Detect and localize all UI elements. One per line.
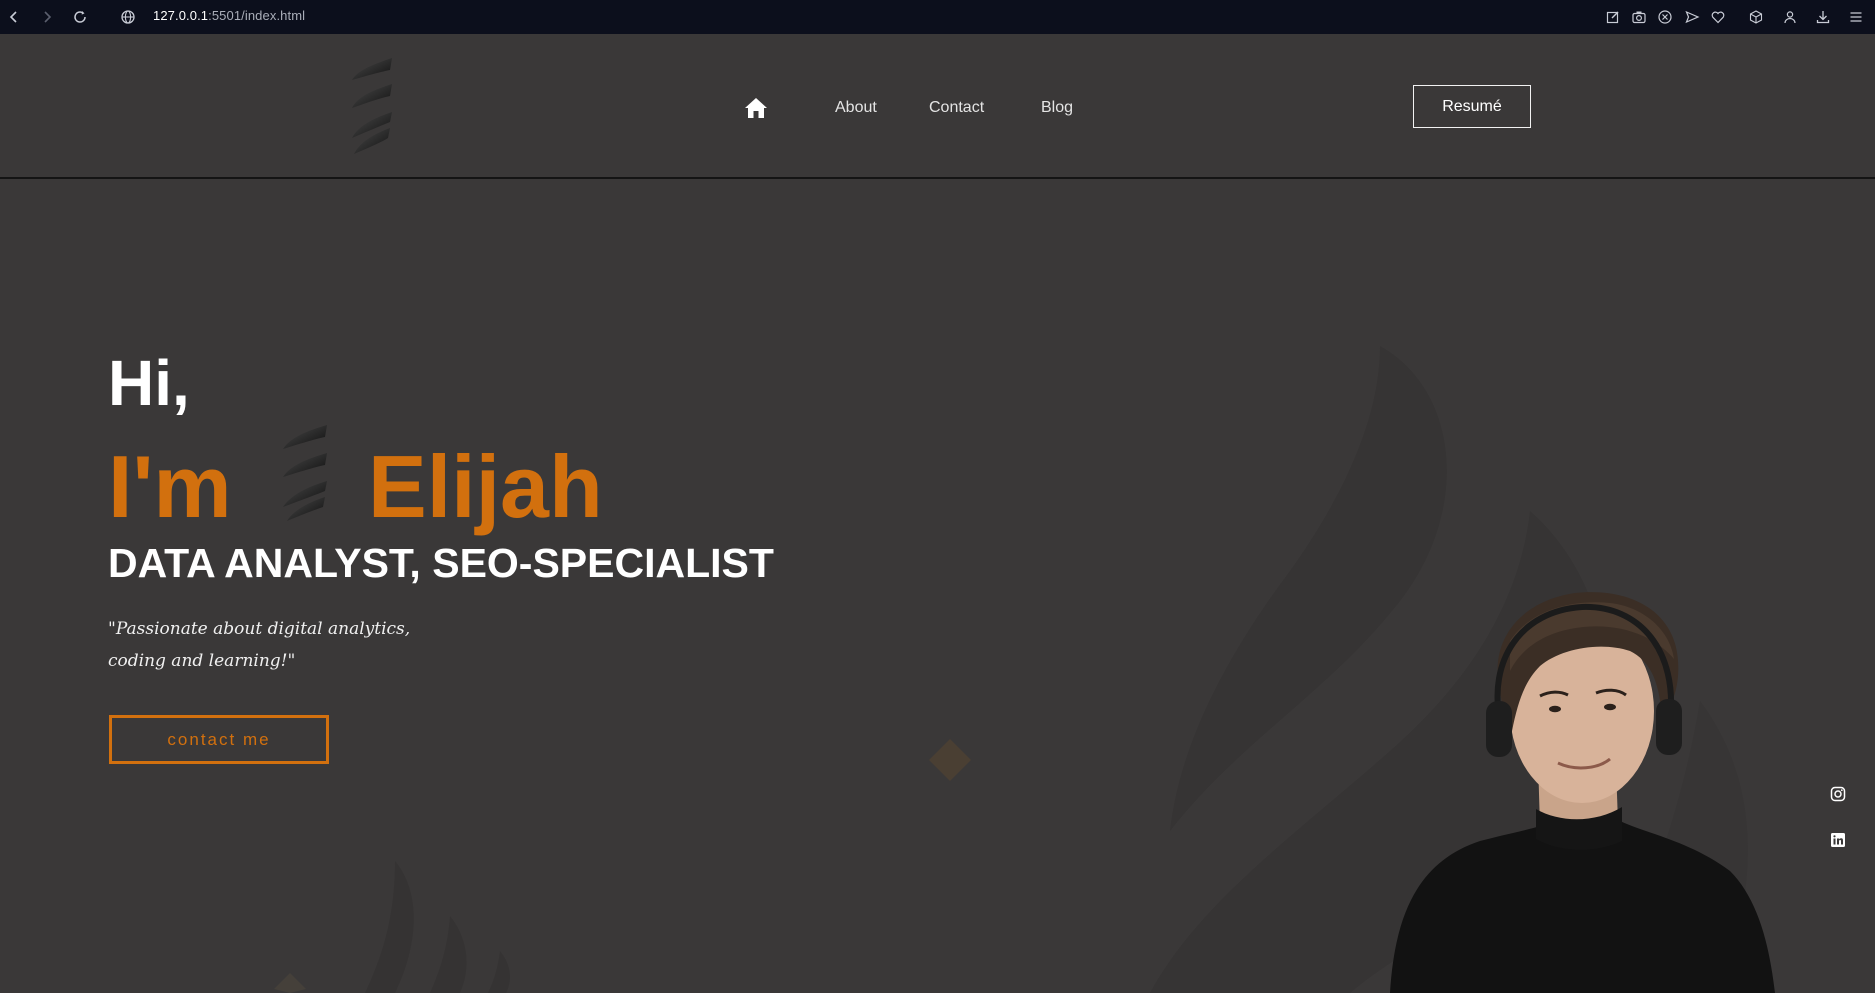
nav-about[interactable]: About	[835, 99, 877, 117]
hero-intro: I'm	[108, 437, 232, 536]
contact-me-button[interactable]: contact me	[109, 715, 329, 764]
menu-icon[interactable]	[1846, 7, 1866, 27]
back-icon[interactable]	[4, 7, 24, 27]
profile-photo	[1390, 592, 1775, 993]
hero-section: Hi, I'm Elijah DATA ANALYST, SEO-SPECIAL…	[0, 181, 1875, 993]
url-path: :5501/index.html	[208, 8, 306, 23]
resume-button[interactable]: Resumé	[1413, 85, 1531, 128]
nav-contact[interactable]: Contact	[929, 99, 984, 117]
download-icon[interactable]	[1813, 7, 1833, 27]
reload-icon[interactable]	[70, 7, 90, 27]
shield-icon[interactable]	[1655, 7, 1675, 27]
heart-icon[interactable]	[1708, 7, 1728, 27]
hero-role: DATA ANALYST, SEO-SPECIALIST	[108, 540, 774, 586]
hero-greeting: Hi,	[108, 347, 190, 419]
nav-home-icon[interactable]	[743, 96, 769, 120]
send-icon[interactable]	[1682, 7, 1702, 27]
forward-icon[interactable]	[37, 7, 57, 27]
browser-toolbar: 127.0.0.1:5501/index.html	[0, 0, 1875, 34]
hero-quote: "Passionate about digital analytics, cod…	[108, 619, 411, 671]
logo-mark-icon	[352, 58, 392, 154]
site-header: About Contact Blog Resumé	[0, 34, 1875, 179]
url-host: 127.0.0.1	[153, 8, 209, 23]
edit-icon[interactable]	[1603, 7, 1623, 27]
globe-icon	[118, 7, 138, 27]
camera-icon[interactable]	[1629, 7, 1649, 27]
hero-logo-icon	[283, 425, 327, 521]
linkedin-icon[interactable]	[1828, 830, 1848, 850]
cube-icon[interactable]	[1746, 7, 1766, 27]
address-bar[interactable]: 127.0.0.1:5501/index.html	[153, 8, 305, 23]
site-logo[interactable]	[344, 56, 400, 156]
instagram-icon[interactable]	[1828, 784, 1848, 804]
nav-blog[interactable]: Blog	[1041, 99, 1073, 117]
hero-name: Elijah	[368, 437, 603, 536]
user-icon[interactable]	[1780, 7, 1800, 27]
